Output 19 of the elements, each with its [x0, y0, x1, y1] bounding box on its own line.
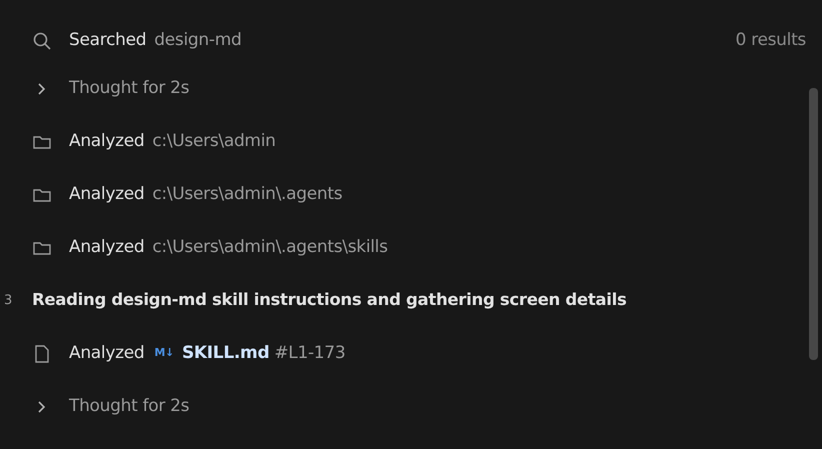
result-count: 0 results	[736, 29, 806, 52]
file-link[interactable]: SKILL.md	[182, 340, 270, 366]
scrollbar-thumb[interactable]	[809, 88, 818, 360]
action-label: Analyzed	[69, 130, 144, 153]
thought-toggle[interactable]: Thought for 2s	[0, 62, 822, 115]
markdown-icon: M↓	[154, 345, 174, 362]
step-heading: Reading design-md skill instructions and gathering screen details	[32, 289, 626, 312]
thought-toggle[interactable]: Thought for 2s	[0, 380, 822, 433]
action-label: Analyzed	[69, 342, 144, 365]
action-label: Analyzed	[69, 236, 144, 259]
folder-path: c:\Users\admin\.agents\skills	[152, 236, 388, 259]
action-label: Analyzed	[69, 182, 144, 206]
folder-path: c:\Users\admin\.agents	[152, 182, 342, 206]
line-range: #L1-173	[274, 342, 346, 365]
step-number: 3	[4, 292, 12, 310]
action-label: Searched	[69, 29, 146, 52]
search-icon	[32, 31, 52, 51]
folder-path: c:\Users\admin	[152, 130, 276, 153]
search-query: design-md	[154, 29, 242, 52]
